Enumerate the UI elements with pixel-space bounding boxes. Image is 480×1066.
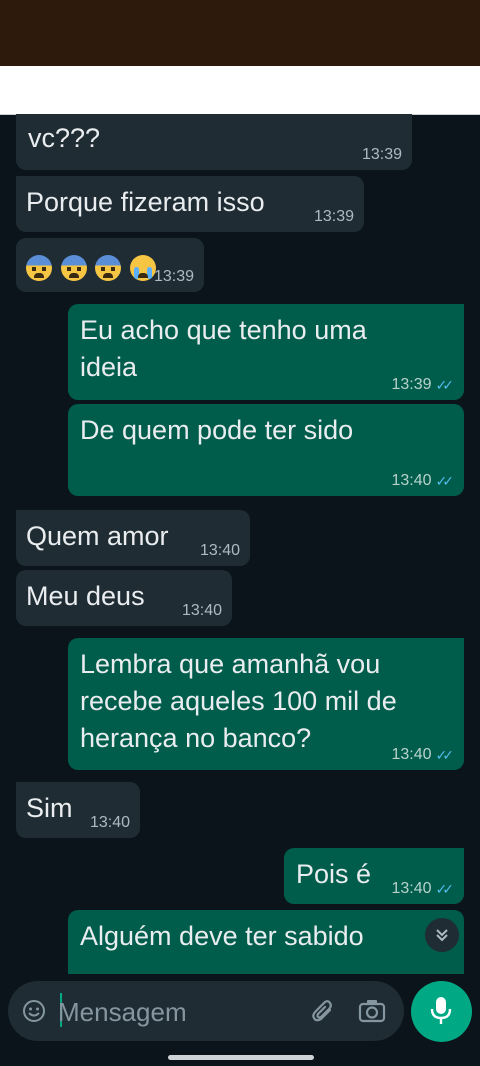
read-receipt-icon: ✓✓ (435, 377, 455, 393)
message-time: 13:39 (361, 146, 402, 163)
voice-message-button[interactable] (411, 981, 472, 1042)
message-time: 13:40 (391, 746, 432, 763)
gesture-navigation-bar[interactable] (168, 1055, 314, 1060)
crying-face-emoji-icon (129, 254, 156, 281)
message-bubble-outgoing[interactable]: De quem pode ter sido 13:40 ✓✓ (68, 404, 464, 496)
emoji-icon[interactable] (22, 999, 46, 1023)
message-text: vc??? (28, 123, 101, 153)
status-bar (0, 0, 480, 66)
message-meta: 13:40 ✓✓ (391, 746, 454, 764)
read-receipt-icon: ✓✓ (435, 473, 455, 489)
message-text: Sim (26, 793, 73, 823)
message-bubble-outgoing[interactable]: Pois é 13:40 ✓✓ (284, 848, 464, 904)
message-bubble-incoming[interactable]: Porque fizeram isso 13:39 (16, 176, 364, 232)
message-text: Pois é (296, 859, 372, 889)
message-time: 13:40 (391, 880, 432, 897)
message-input[interactable]: Mensagem (58, 997, 187, 1028)
message-bubble-outgoing[interactable]: Alguém deve ter sabido (68, 910, 464, 974)
message-meta: 13:39 (154, 268, 194, 286)
scroll-to-bottom-button[interactable] (425, 918, 459, 952)
message-time: 13:39 (153, 268, 194, 285)
message-meta: 13:40 (200, 542, 240, 560)
message-list[interactable]: vc??? 13:39 Porque fizeram isso 13:39 13… (0, 114, 480, 974)
mic-icon (430, 997, 452, 1024)
message-meta: 13:39 (362, 146, 402, 164)
message-text: Porque fizeram isso (26, 187, 265, 217)
read-receipt-icon: ✓✓ (435, 881, 455, 897)
message-meta: 13:39 ✓✓ (391, 376, 454, 394)
message-bubble-incoming[interactable]: Sim 13:40 (16, 782, 140, 838)
chevron-double-down-icon (436, 929, 448, 942)
message-time: 13:39 (391, 376, 432, 393)
message-bubble-incoming[interactable]: Quem amor 13:40 (16, 510, 250, 566)
message-text: De quem pode ter sido (80, 415, 354, 445)
message-text: Alguém deve ter sabido (80, 921, 364, 951)
message-time: 13:39 (313, 208, 354, 225)
message-text: Quem amor (26, 521, 169, 551)
anxious-face-emoji-icon (26, 254, 52, 281)
message-composer: Mensagem (8, 981, 404, 1041)
message-time: 13:40 (199, 542, 240, 559)
message-time: 13:40 (181, 602, 222, 619)
message-text: Eu acho que tenho uma ideia (80, 315, 367, 382)
message-time: 13:40 (391, 472, 432, 489)
message-meta: 13:40 ✓✓ (391, 472, 454, 490)
message-text: Meu deus (26, 581, 145, 611)
message-meta: 13:39 (314, 208, 354, 226)
message-bubble-outgoing[interactable]: Lembra que amanhã vou recebe aqueles 100… (68, 638, 464, 770)
message-time: 13:40 (89, 814, 130, 831)
message-bubble-incoming[interactable]: vc??? 13:39 (16, 114, 412, 170)
message-emojis (26, 248, 157, 285)
message-meta: 13:40 (90, 814, 130, 832)
anxious-face-emoji-icon (95, 254, 122, 281)
overlay-banner (0, 66, 480, 115)
message-meta: 13:40 (182, 602, 222, 620)
read-receipt-icon: ✓✓ (435, 747, 455, 763)
camera-icon[interactable] (358, 998, 386, 1024)
message-bubble-incoming[interactable]: 13:39 (16, 238, 204, 292)
message-bubble-incoming[interactable]: Meu deus 13:40 (16, 570, 232, 626)
message-text: Lembra que amanhã vou recebe aqueles 100… (80, 649, 397, 753)
message-bubble-outgoing[interactable]: Eu acho que tenho uma ideia 13:39 ✓✓ (68, 304, 464, 400)
message-meta: 13:40 ✓✓ (391, 880, 454, 898)
paperclip-icon[interactable] (310, 998, 336, 1024)
anxious-face-emoji-icon (60, 254, 87, 281)
